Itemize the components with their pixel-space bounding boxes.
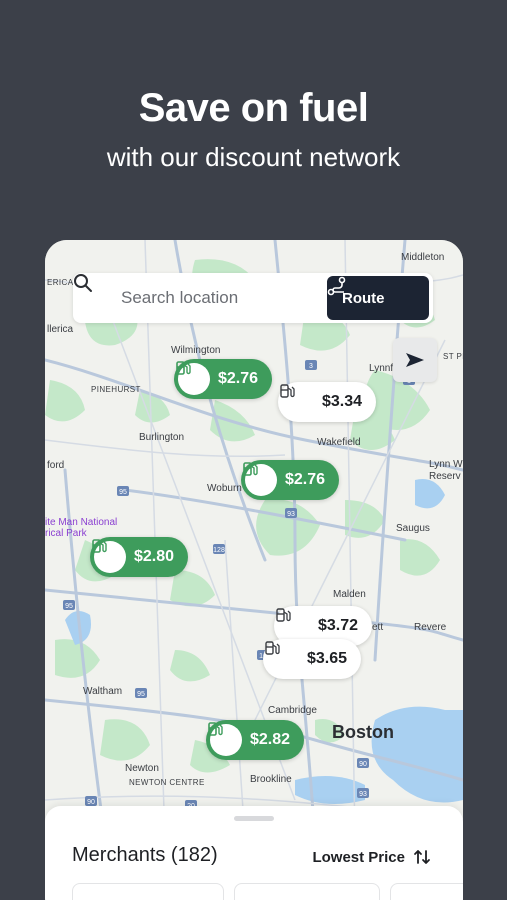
highway-shield-number: 95 [65,603,73,610]
map-label-llerica: llerica [47,324,74,335]
sort-arrows-icon [414,850,430,864]
map-label-lynn-woods: Lynn W [429,459,463,470]
search-icon [74,274,92,292]
highway-shield-number: 3 [309,363,313,370]
map-label-revere: Revere [414,622,447,633]
map-label-burlington: Burlington [139,432,185,443]
map-view[interactable]: 93959512895311690902093 Middleton ERICA … [45,240,463,840]
map-label-middleton: Middleton [401,252,445,263]
search-input[interactable] [121,273,321,323]
merchant-card[interactable] [390,883,463,900]
map-label-waltham: Waltham [83,686,123,697]
highway-shield-number: 90 [87,799,95,806]
map-label-erica: ERICA [47,278,74,287]
station-price: $3.34 [322,393,363,410]
station-price: $2.82 [250,731,291,748]
highway-shield-number: 95 [119,489,127,496]
promo-headline: Save on fuel [138,86,369,130]
map-label-newton-centre: NEWTON CENTRE [129,778,205,787]
navigation-arrow-icon [406,353,424,367]
map-label-ford: ford [47,460,65,471]
locate-me-button[interactable] [393,338,437,382]
promo-subhead: with our discount network [106,142,401,172]
map-label-boston: Boston [332,722,394,742]
station-price: $2.80 [134,548,175,565]
search-bar: Route [73,273,433,323]
merchant-card[interactable] [234,883,380,900]
map-label-park-line1: ite Man National [45,517,118,528]
fuel-pump-icon [243,462,277,496]
map-label-saugus: Saugus [396,523,430,534]
highway-shield-number: 90 [359,761,367,768]
fuel-pump-icon [92,539,126,573]
fuel-pump-icon [276,608,310,642]
fuel-pump-icon [176,361,210,395]
map-label-wilmington: Wilmington [171,345,221,356]
map-label-wakefield: Wakefield [317,437,361,448]
map-label-newton: Newton [125,763,159,774]
highway-shield-number: 128 [213,547,225,554]
sort-button[interactable]: Lowest Price [312,846,431,868]
station-pin[interactable]: $3.65 [263,639,362,679]
map-label-woburn: Woburn [207,483,242,494]
sort-label: Lowest Price [312,848,405,866]
map-label-reservation: Reserv [429,471,461,482]
station-price: $3.65 [307,650,348,667]
route-button[interactable]: Route [327,276,429,320]
route-icon [327,276,346,296]
merchants-sheet[interactable]: Merchants (182) Lowest Price [45,806,463,900]
map-label-malden: Malden [333,589,366,600]
map-label-pinehurst: PINEHURST [91,385,141,394]
sheet-drag-handle[interactable] [234,816,274,821]
station-pin[interactable]: $2.76 [241,460,340,500]
app-screen: 93959512895311690902093 Middleton ERICA … [45,240,463,900]
fuel-pump-icon [265,641,299,675]
highway-shield-number: 93 [359,791,367,798]
map-label-brookline: Brookline [250,774,292,785]
fuel-pump-icon [208,722,242,756]
station-price: $2.76 [285,471,326,488]
map-label-st-peabody: ST PEA [443,352,463,361]
station-price: $3.72 [318,617,359,634]
highway-shield-number: 93 [287,511,295,518]
highway-shield-number: 95 [137,691,145,698]
map-label-everett: ett [372,622,384,633]
map-label-cambridge: Cambridge [268,705,317,716]
station-pin[interactable]: $2.82 [206,720,305,760]
station-pin[interactable]: $2.80 [90,537,189,577]
merchants-title: Merchants (182) [72,844,218,866]
route-button-label: Route [342,289,385,307]
station-price: $2.76 [218,370,259,387]
merchant-card[interactable] [72,883,224,900]
station-pin[interactable]: $2.76 [174,359,273,399]
map-label-park-line2: rical Park [45,528,87,539]
station-pin[interactable]: $3.34 [278,382,377,422]
fuel-pump-icon [280,384,314,418]
